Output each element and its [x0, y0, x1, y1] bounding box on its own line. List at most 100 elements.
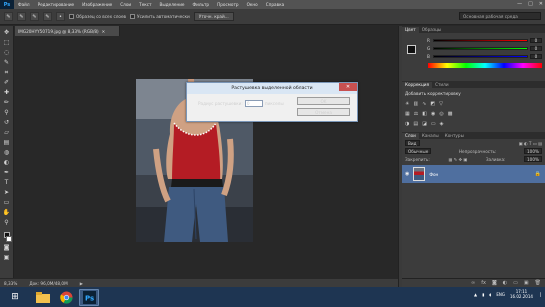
- color-spectrum[interactable]: [428, 63, 542, 68]
- slider-r[interactable]: [433, 38, 528, 42]
- levels-icon[interactable]: ▥: [413, 101, 418, 107]
- eyedropper-tool-icon[interactable]: ✐: [2, 78, 12, 87]
- workspace-select[interactable]: Основная рабочая среда: [459, 12, 541, 20]
- layer-thumbnail[interactable]: [413, 167, 426, 181]
- radius-input[interactable]: 0: [244, 100, 263, 107]
- slider-b[interactable]: [433, 54, 528, 58]
- volume-icon[interactable]: ◖: [489, 292, 491, 297]
- show-desktop-button[interactable]: ▕: [538, 292, 541, 297]
- status-arrow-icon[interactable]: ▶: [80, 281, 83, 286]
- blur-tool-icon[interactable]: ◍: [2, 148, 12, 157]
- menu-edit[interactable]: Редактирование: [34, 2, 79, 7]
- gradient-map-icon[interactable]: ▭: [431, 121, 436, 127]
- quick-selection-tool-icon[interactable]: ✎: [4, 12, 13, 21]
- menu-window[interactable]: Окно: [243, 2, 262, 7]
- hue-saturation-icon[interactable]: ▦: [405, 111, 410, 117]
- menu-help[interactable]: Справка: [262, 2, 288, 7]
- clone-stamp-tool-icon[interactable]: ⚲: [2, 108, 12, 117]
- start-button[interactable]: ⊞: [0, 287, 30, 307]
- tray-arrow-icon[interactable]: ▲: [474, 292, 477, 297]
- background-color-swatch[interactable]: [5, 236, 12, 242]
- sample-all-layers-checkbox[interactable]: Образец со всех слоев: [69, 14, 126, 19]
- close-window-button[interactable]: ✕: [539, 1, 543, 7]
- filter-icons[interactable]: ▣ ◐ T ▭ ▤: [519, 141, 542, 146]
- tab-channels[interactable]: Каналы: [419, 133, 442, 139]
- maximize-button[interactable]: □: [528, 1, 533, 7]
- exposure-icon[interactable]: ◩: [430, 101, 435, 107]
- curves-icon[interactable]: ∿: [422, 101, 426, 107]
- healing-brush-tool-icon[interactable]: ✚: [2, 88, 12, 97]
- channel-mixer-icon[interactable]: ◎: [439, 111, 443, 117]
- color-balance-icon[interactable]: ⚖: [414, 111, 418, 117]
- color-lookup-icon[interactable]: ▩: [448, 111, 453, 117]
- crop-tool-icon[interactable]: ⌗: [2, 68, 12, 77]
- selective-color-icon[interactable]: ◈: [440, 121, 444, 127]
- cancel-button[interactable]: Отмена: [297, 108, 350, 116]
- dialog-title-bar[interactable]: Растушевка выделенной области ✕: [187, 83, 357, 94]
- new-layer-icon[interactable]: ▣: [524, 280, 529, 286]
- brightness-icon[interactable]: ☀: [405, 101, 409, 107]
- adjustment-layer-icon[interactable]: ◐: [503, 280, 507, 286]
- zoom-level[interactable]: 8,33%: [4, 281, 17, 286]
- subtract-selection-icon[interactable]: ✎: [43, 12, 52, 21]
- dialog-close-button[interactable]: ✕: [339, 83, 357, 91]
- foreground-swatch[interactable]: [407, 45, 416, 54]
- document-tab[interactable]: IMG20HYY50719.jpg @ 8,33% (RGB/8) ✕: [15, 26, 120, 36]
- network-icon[interactable]: ▮: [482, 292, 484, 297]
- posterize-icon[interactable]: ▤: [413, 121, 418, 127]
- photoshop-taskbar-icon[interactable]: Ps: [79, 288, 99, 306]
- quick-selection-tool-icon[interactable]: ✎: [2, 58, 12, 67]
- pen-tool-icon[interactable]: ✒: [2, 168, 12, 177]
- color-swatches[interactable]: [407, 45, 420, 59]
- link-layers-icon[interactable]: ∞: [471, 280, 475, 286]
- threshold-icon[interactable]: ◪: [422, 121, 427, 127]
- slider-g[interactable]: [433, 46, 528, 50]
- value-g[interactable]: 0: [530, 45, 542, 51]
- brush-tool-icon[interactable]: ✏: [2, 98, 12, 107]
- minimize-button[interactable]: —: [517, 1, 522, 7]
- value-r[interactable]: 0: [530, 37, 542, 43]
- tab-layers[interactable]: Слои: [402, 133, 419, 139]
- blend-mode-select[interactable]: Обычные: [405, 148, 432, 154]
- refine-edge-button[interactable]: Уточн. край...: [193, 12, 234, 21]
- add-to-selection-icon[interactable]: ✎: [30, 12, 39, 21]
- quick-mask-icon[interactable]: ◙: [2, 243, 12, 252]
- chrome-icon[interactable]: [56, 289, 76, 306]
- checkbox-box[interactable]: [69, 14, 74, 19]
- dodge-tool-icon[interactable]: ◐: [2, 158, 12, 167]
- history-brush-tool-icon[interactable]: ↺: [2, 118, 12, 127]
- new-selection-icon[interactable]: ✎: [17, 12, 26, 21]
- layer-mask-icon[interactable]: ◙: [492, 280, 497, 286]
- tab-adjustments[interactable]: Коррекция: [402, 82, 433, 88]
- checkbox-box[interactable]: [130, 14, 136, 19]
- marquee-tool-icon[interactable]: ⬚: [2, 38, 12, 47]
- screen-mode-icon[interactable]: ▣: [2, 253, 12, 262]
- menu-file[interactable]: Файл: [14, 2, 34, 7]
- menu-select[interactable]: Выделение: [156, 2, 189, 7]
- auto-enhance-checkbox[interactable]: Усилить автоматически: [130, 14, 190, 19]
- gradient-tool-icon[interactable]: ▤: [2, 138, 12, 147]
- clock[interactable]: 17:11 16.02.2014: [510, 289, 533, 299]
- group-icon[interactable]: ▭: [513, 280, 518, 286]
- tab-paths[interactable]: Контуры: [442, 133, 467, 139]
- hand-tool-icon[interactable]: ✋: [2, 208, 12, 217]
- language-indicator[interactable]: ENG: [496, 292, 505, 297]
- menu-layers[interactable]: Слои: [116, 2, 135, 7]
- layer-row-background[interactable]: ◉ Фон 🔒: [402, 165, 545, 183]
- lock-icons[interactable]: ▦ ✎ ✥ ▣: [448, 157, 467, 162]
- lasso-tool-icon[interactable]: ◌: [2, 48, 12, 57]
- tab-styles[interactable]: Стили: [432, 82, 451, 88]
- layer-name[interactable]: Фон: [429, 172, 438, 177]
- menu-view[interactable]: Просмотр: [213, 2, 243, 7]
- delete-layer-icon[interactable]: 🗑: [535, 280, 541, 286]
- shape-tool-icon[interactable]: ▭: [2, 198, 12, 207]
- layer-kind-filter[interactable]: Вид: [405, 140, 420, 146]
- close-tab-icon[interactable]: ✕: [102, 29, 106, 34]
- menu-filter[interactable]: Фильтр: [189, 2, 214, 7]
- invert-icon[interactable]: ◑: [405, 121, 409, 127]
- menu-type[interactable]: Текст: [135, 2, 155, 7]
- brush-size-icon[interactable]: •: [56, 12, 65, 21]
- photo-filter-icon[interactable]: ◉: [431, 111, 435, 117]
- visibility-eye-icon[interactable]: ◉: [405, 171, 409, 177]
- ok-button[interactable]: OK: [297, 97, 350, 105]
